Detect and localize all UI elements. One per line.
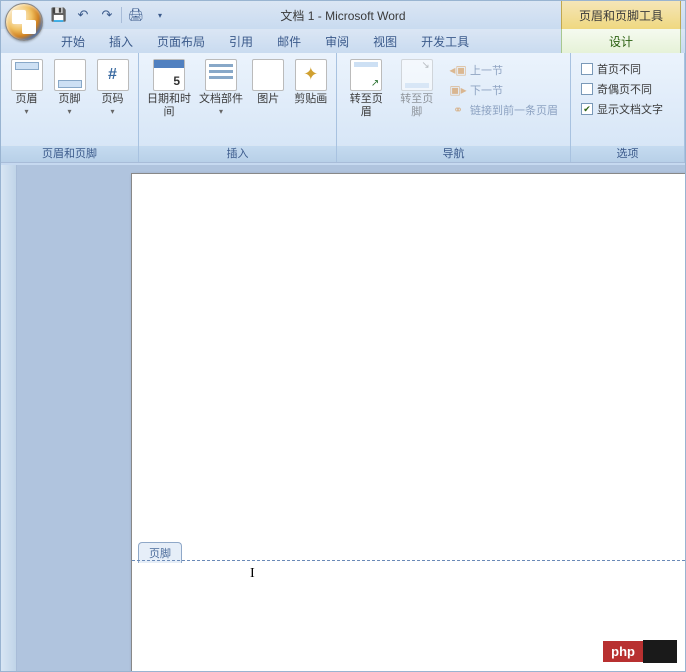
prev-section-icon: ◂▣ (450, 63, 466, 77)
ribbon-tabs: 开始 插入 页面布局 引用 邮件 审阅 视图 开发工具 设计 (1, 29, 685, 53)
group-options: 首页不同 奇偶页不同 ✔ 显示文档文字 选项 (571, 53, 685, 162)
title-bar: 💾 ↶ ↷ 🖨 ▾ 文档 1 - Microsoft Word 页眉和页脚工具 (1, 1, 685, 29)
dropdown-icon: ▾ (110, 107, 114, 117)
document-area: 页脚 (1, 165, 685, 671)
watermark: php (603, 640, 677, 663)
tab-review[interactable]: 审阅 (313, 30, 361, 53)
qat-print-icon[interactable]: 🖨 (126, 5, 146, 25)
group-insert: 日期和时间 文档部件 ▾ 图片 剪贴画 插入 (139, 53, 337, 162)
previous-section-button: ◂▣ 上一节 (448, 61, 560, 79)
calendar-icon (153, 59, 185, 91)
watermark-php-label: php (603, 641, 643, 662)
group-label-options: 选项 (571, 145, 684, 162)
checkbox-icon (581, 83, 593, 95)
page-number-button[interactable]: # 页码 ▾ (93, 57, 132, 119)
goto-footer-icon (401, 59, 433, 91)
qat-separator (121, 7, 122, 23)
footer-boundary-line (132, 560, 685, 561)
contextual-tab-header: 页眉和页脚工具 (561, 1, 681, 29)
quick-parts-button[interactable]: 文档部件 ▾ (197, 57, 245, 119)
text-cursor-icon (250, 564, 252, 578)
header-label: 页眉 (16, 93, 38, 106)
link-previous-button: ⚭ 链接到前一条页眉 (448, 101, 560, 119)
page-viewport[interactable]: 页脚 (17, 165, 685, 671)
checkbox-icon (581, 63, 593, 75)
goto-header-icon (350, 59, 382, 91)
picture-label: 图片 (257, 93, 279, 106)
dropdown-icon: ▾ (219, 107, 223, 117)
next-section-label: 下一节 (470, 82, 503, 98)
picture-icon (252, 59, 284, 91)
picture-button[interactable]: 图片 (249, 57, 287, 108)
tab-references[interactable]: 引用 (217, 30, 265, 53)
qat-undo-icon[interactable]: ↶ (73, 5, 93, 25)
app-window: 💾 ↶ ↷ 🖨 ▾ 文档 1 - Microsoft Word 页眉和页脚工具 … (0, 0, 686, 672)
datetime-button[interactable]: 日期和时间 (145, 57, 193, 121)
tab-design-container: 设计 (561, 29, 681, 53)
show-document-text-checkbox[interactable]: ✔ 显示文档文字 (581, 101, 663, 117)
group-label-hf: 页眉和页脚 (1, 145, 138, 162)
quick-parts-label: 文档部件 (199, 93, 243, 106)
ribbon: 页眉 ▾ 页脚 ▾ # 页码 ▾ 页眉和页脚 (1, 53, 685, 163)
group-navigation: 转至页眉 转至页脚 ◂▣ 上一节 ▣▸ 下一节 ⚭ (337, 53, 571, 162)
office-button[interactable] (5, 3, 43, 41)
dropdown-icon: ▾ (24, 107, 28, 117)
window-title: 文档 1 - Microsoft Word (280, 7, 405, 24)
link-icon: ⚭ (450, 103, 466, 117)
goto-header-button[interactable]: 转至页眉 (343, 57, 390, 121)
show-doc-label: 显示文档文字 (597, 101, 663, 117)
datetime-label: 日期和时间 (147, 93, 191, 119)
watermark-box (643, 640, 677, 663)
left-ruler-gutter (1, 165, 17, 671)
clipart-label: 剪贴画 (294, 93, 327, 106)
odd-even-label: 奇偶页不同 (597, 81, 652, 97)
header-icon (11, 59, 43, 91)
qat-redo-icon[interactable]: ↷ (97, 5, 117, 25)
nav-links: ◂▣ 上一节 ▣▸ 下一节 ⚭ 链接到前一条页眉 (444, 57, 564, 123)
checkbox-checked-icon: ✔ (581, 103, 593, 115)
page-number-icon: # (97, 59, 129, 91)
clipart-icon (295, 59, 327, 91)
header-button[interactable]: 页眉 ▾ (7, 57, 46, 119)
page-number-label: 页码 (102, 93, 124, 106)
tab-developer[interactable]: 开发工具 (409, 30, 481, 53)
footer-label: 页脚 (59, 93, 81, 106)
tab-insert[interactable]: 插入 (97, 30, 145, 53)
next-section-button: ▣▸ 下一节 (448, 81, 560, 99)
group-header-footer: 页眉 ▾ 页脚 ▾ # 页码 ▾ 页眉和页脚 (1, 53, 139, 162)
tab-home[interactable]: 开始 (49, 30, 97, 53)
footer-icon (54, 59, 86, 91)
prev-section-label: 上一节 (470, 62, 503, 78)
goto-header-label: 转至页眉 (345, 93, 388, 119)
odd-even-different-checkbox[interactable]: 奇偶页不同 (581, 81, 663, 97)
qat-customize-icon[interactable]: ▾ (150, 5, 170, 25)
group-label-insert: 插入 (139, 145, 336, 162)
footer-button[interactable]: 页脚 ▾ (50, 57, 89, 119)
goto-footer-label: 转至页脚 (396, 93, 439, 119)
clipart-button[interactable]: 剪贴画 (292, 57, 330, 108)
first-page-label: 首页不同 (597, 61, 641, 77)
next-section-icon: ▣▸ (450, 83, 466, 97)
first-page-different-checkbox[interactable]: 首页不同 (581, 61, 663, 77)
quick-parts-icon (205, 59, 237, 91)
tab-mailings[interactable]: 邮件 (265, 30, 313, 53)
document-page[interactable]: 页脚 (131, 173, 685, 671)
qat-save-icon[interactable]: 💾 (49, 5, 69, 25)
tab-page-layout[interactable]: 页面布局 (145, 30, 217, 53)
link-previous-label: 链接到前一条页眉 (470, 102, 558, 118)
group-label-nav: 导航 (337, 145, 570, 162)
tab-design[interactable]: 设计 (597, 30, 645, 53)
goto-footer-button: 转至页脚 (394, 57, 441, 121)
quick-access-toolbar: 💾 ↶ ↷ 🖨 ▾ (49, 5, 170, 25)
tab-view[interactable]: 视图 (361, 30, 409, 53)
dropdown-icon: ▾ (67, 107, 71, 117)
